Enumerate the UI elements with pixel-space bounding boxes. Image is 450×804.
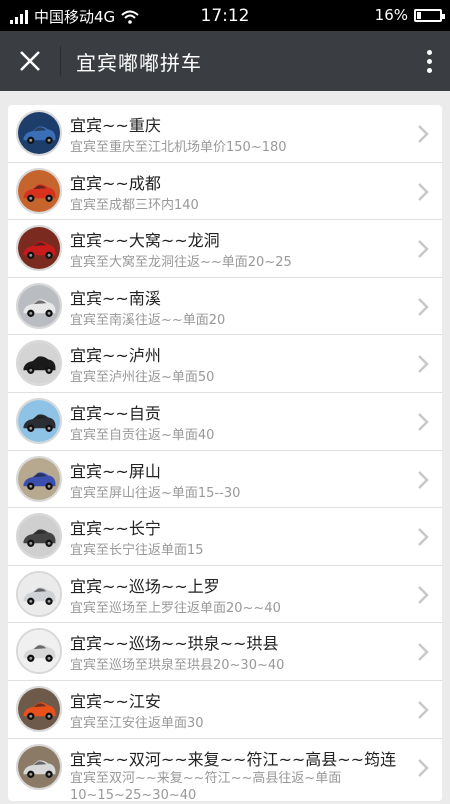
app-header: 宜宾嘟嘟拼车 [0, 31, 450, 91]
route-subtitle: 宜宾至重庆至江北机场单价150~180 [70, 140, 287, 155]
car-thumbnail [16, 340, 62, 387]
car-image-icon [18, 572, 60, 615]
route-title: 宜宾~~南溪 [70, 288, 161, 308]
car-thumbnail [16, 110, 62, 156]
more-dot-icon [426, 67, 432, 73]
route-list-item[interactable]: 宜宾~~江安宜宾至江安往返单面30 [8, 681, 442, 739]
more-dot-icon [426, 58, 432, 64]
battery-percent: 16% [374, 6, 408, 24]
car-image-icon [18, 687, 60, 730]
route-list: 宜宾~~重庆 宜宾至重庆至江北机场单价150~180 宜宾~~成都 宜宾至成都三环内1… [8, 105, 442, 803]
more-menu-button[interactable] [422, 45, 436, 77]
route-list-item[interactable]: 宜宾~~泸州宜宾至泸州往返~单面50 [8, 335, 442, 393]
route-title: 宜宾~~江安 [70, 691, 161, 711]
chevron-right-icon [418, 758, 429, 777]
chevron-right-icon [418, 240, 429, 259]
route-subtitle: 宜宾至成都三环内140 [70, 197, 199, 213]
route-list-item[interactable]: 宜宾~~南溪宜宾至南溪往返~~单面20 [8, 278, 442, 336]
car-image-icon [18, 342, 60, 385]
chevron-right-icon [418, 528, 429, 547]
more-dot-icon [426, 49, 432, 55]
route-list-item[interactable]: 宜宾~~重庆宜宾至重庆至江北机场单价150~180 [8, 105, 442, 163]
route-list-item[interactable]: 宜宾~~长宁宜宾至长宁往返单面15 [8, 508, 442, 566]
route-list-item[interactable]: 宜宾~~巡场~~珙泉~~珙县宜宾至巡场至珙泉至珙县20~30~40 [8, 623, 442, 681]
chevron-right-icon [418, 470, 429, 489]
route-subtitle: 宜宾至长宁往返单面15 [70, 543, 204, 559]
route-subtitle: 宜宾至屏山往返~单面15--30 [70, 485, 241, 501]
car-thumbnail [16, 685, 62, 732]
car-thumbnail [16, 282, 62, 329]
route-subtitle: 宜宾至泸州往返~单面50 [70, 370, 215, 386]
battery-icon [414, 8, 445, 22]
chevron-right-icon [418, 125, 429, 143]
car-thumbnail [16, 397, 62, 444]
route-title: 宜宾~~自贡 [70, 403, 161, 423]
route-list-item[interactable]: 宜宾~~屏山宜宾至屏山往返~单面15--30 [8, 451, 442, 509]
chevron-right-icon [418, 413, 429, 431]
route-title: 宜宾~~巡场~~上罗 [70, 576, 220, 596]
car-image-icon [18, 745, 60, 788]
close-icon [20, 51, 40, 71]
page-title: 宜宾嘟嘟拼车 [76, 51, 202, 75]
chevron-right-icon [418, 643, 429, 662]
route-list-item[interactable]: 宜宾~~双河~~来复~~符江~~高县~~筠连 宜宾至双河~~来复~~符江~~高县往… [8, 739, 442, 803]
route-title: 宜宾~~大窝~~龙洞 [70, 231, 220, 251]
car-thumbnail [16, 455, 62, 502]
route-title: 宜宾~~重庆 [70, 116, 161, 135]
car-thumbnail [16, 743, 62, 790]
route-list-item[interactable]: 宜宾~~自贡宜宾至自贡往返~单面40 [8, 393, 442, 451]
chevron-right-icon [418, 355, 429, 374]
car-thumbnail [16, 225, 62, 272]
chevron-right-icon [418, 701, 429, 719]
route-subtitle: 宜宾至双河~~来复~~符江~~高县往返~单面10~15~25~30~40 [70, 770, 342, 803]
car-thumbnail [16, 513, 62, 560]
status-bar: 中国移动4G 17:12 16% [0, 0, 450, 31]
car-image-icon [18, 630, 60, 673]
status-right: 16% [374, 6, 445, 24]
route-title: 宜宾~~巡场~~珙泉~~珙县 [70, 634, 279, 654]
chevron-right-icon [418, 297, 429, 316]
route-subtitle: 宜宾至江安往返单面30 [70, 715, 204, 731]
car-image-icon [18, 227, 60, 270]
car-thumbnail [16, 167, 62, 214]
car-image-icon [18, 457, 60, 500]
route-list-item[interactable]: 宜宾~~成都宜宾至成都三环内140 [8, 163, 442, 221]
close-button[interactable] [14, 45, 46, 77]
route-title: 宜宾~~屏山 [70, 461, 161, 481]
car-image-icon [18, 112, 60, 154]
chevron-right-icon [418, 585, 429, 604]
route-subtitle: 宜宾至巡场至上罗往返单面20~~40 [70, 600, 281, 616]
route-title: 宜宾~~成都 [70, 173, 161, 193]
route-subtitle: 宜宾至南溪往返~~单面20 [70, 312, 226, 328]
route-subtitle: 宜宾至巡场至珙泉至珙县20~30~40 [70, 658, 285, 674]
route-subtitle: 宜宾至自贡往返~单面40 [70, 427, 215, 443]
route-title: 宜宾~~双河~~来复~~符江~~高县~~筠连 [70, 749, 397, 769]
car-thumbnail [16, 628, 62, 675]
car-image-icon [18, 284, 60, 327]
chevron-right-icon [418, 182, 429, 201]
car-image-icon [18, 515, 60, 558]
route-title: 宜宾~~泸州 [70, 346, 161, 366]
car-image-icon [18, 399, 60, 442]
route-list-item[interactable]: 宜宾~~巡场~~上罗宜宾至巡场至上罗往返单面20~~40 [8, 566, 442, 624]
car-image-icon [18, 169, 60, 212]
header-divider [60, 46, 61, 76]
route-title: 宜宾~~长宁 [70, 519, 161, 539]
car-thumbnail [16, 570, 62, 617]
route-list-item[interactable]: 宜宾~~大窝~~龙洞宜宾至大窝至龙洞往返~~单面20~25 [8, 220, 442, 278]
route-subtitle: 宜宾至大窝至龙洞往返~~单面20~25 [70, 255, 292, 271]
